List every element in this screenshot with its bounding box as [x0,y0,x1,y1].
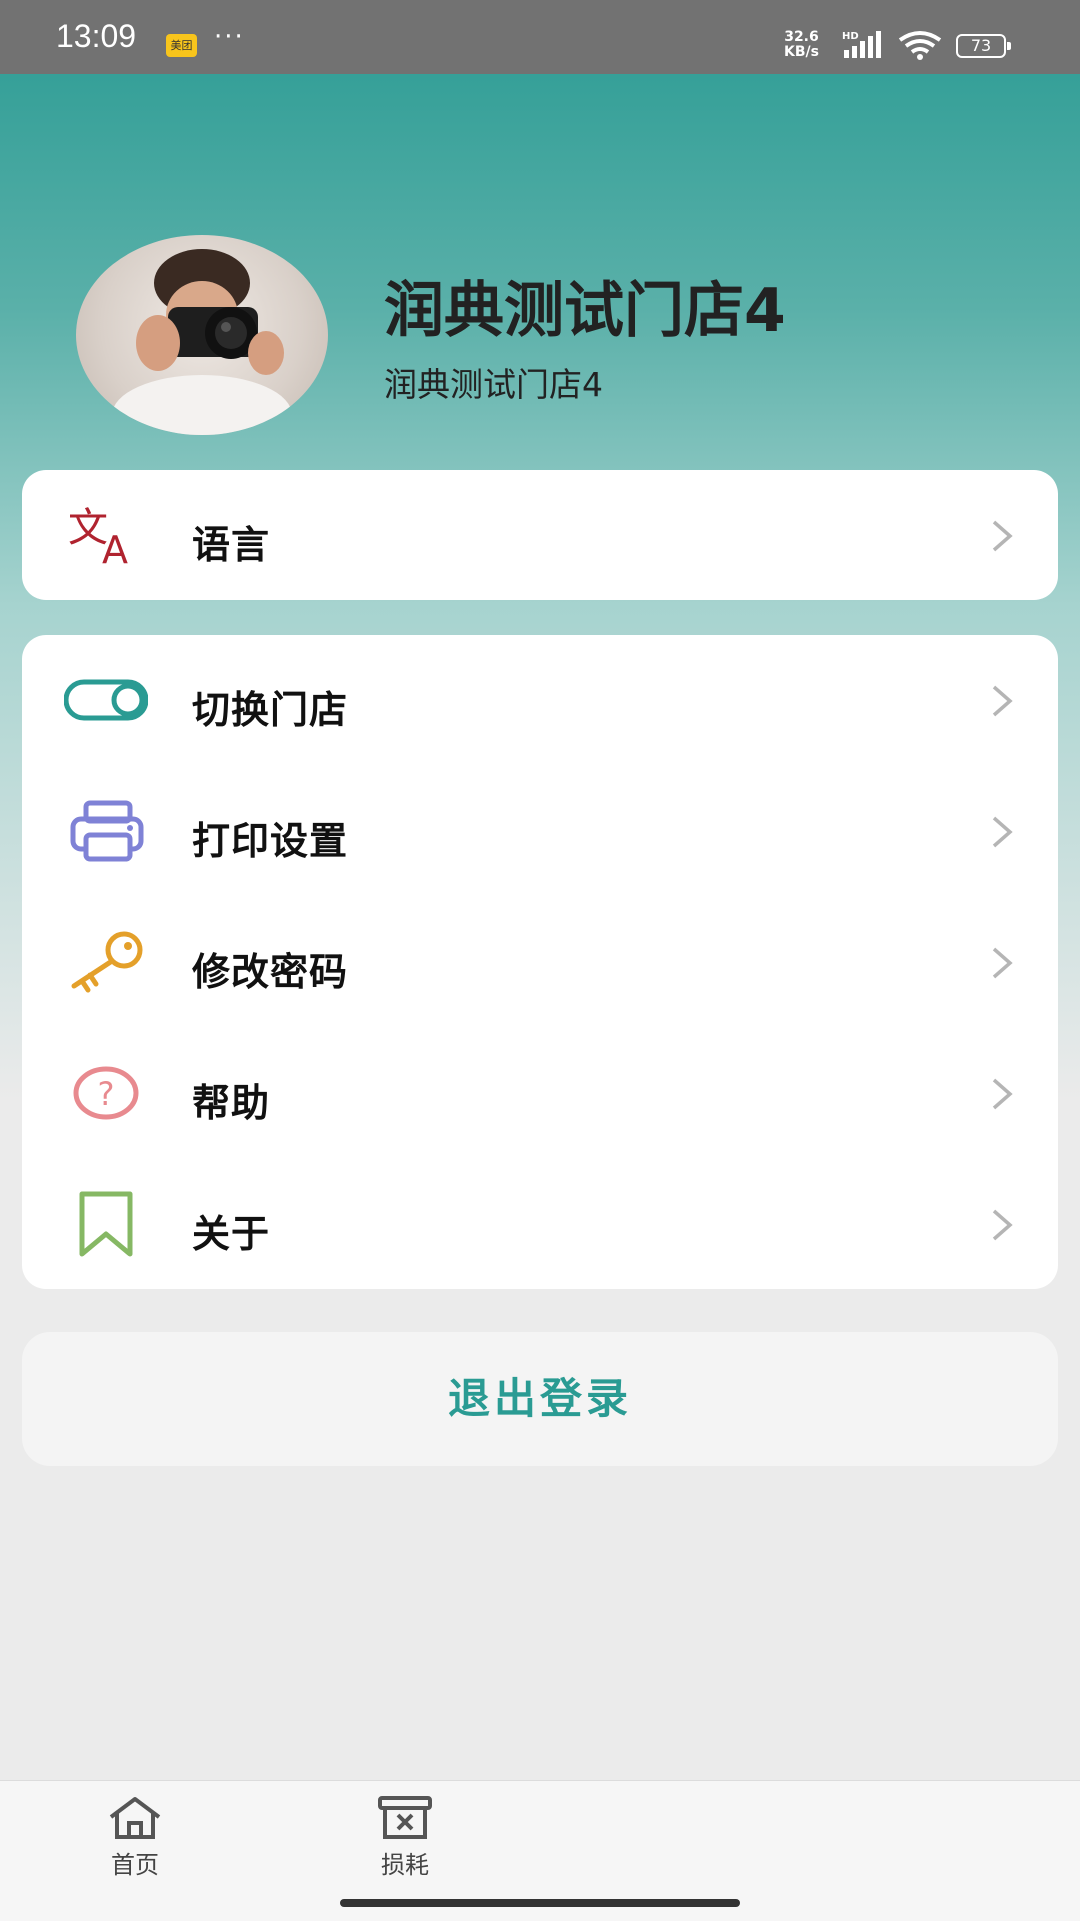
settings-card: 切换门店 打印设置 修改密码 ? 帮助 关于 [22,635,1058,1289]
menu-item-about[interactable]: 关于 [22,1159,1058,1289]
printer-icon [70,800,144,862]
avatar-photo [112,249,292,435]
more-notifications-icon: ··· [214,22,245,52]
chevron-right-icon [992,685,1013,717]
chevron-right-icon [992,1209,1013,1241]
battery-icon: 73 [956,34,1006,58]
status-time: 13:09 [56,18,137,54]
network-type-label: HD [842,31,859,42]
help-icon: ? [73,1066,139,1120]
toggle-icon [64,679,148,721]
bookmark-icon [79,1191,133,1257]
menu-item-language[interactable]: 文 A 语言 [22,470,1058,600]
translate-icon: 文 A [68,505,128,569]
status-bar: 13:09 美团 ··· 32.6 KB/s HD 73 [0,0,1080,74]
battery-tip [1007,42,1011,50]
svg-text:A: A [102,528,128,569]
chevron-right-icon [992,816,1013,848]
chevron-right-icon [992,520,1013,552]
tab-label: 首页 [111,1851,159,1879]
signal-icon: HD [842,31,881,58]
menu-item-print-settings[interactable]: 打印设置 [22,766,1058,896]
menu-item-label: 切换门店 [192,688,349,732]
menu-item-change-password[interactable]: 修改密码 [22,897,1058,1027]
menu-item-switch-store[interactable]: 切换门店 [22,635,1058,765]
language-card: 文 A 语言 [22,470,1058,600]
home-icon [109,1797,161,1839]
store-name-subtitle: 润典测试门店4 [384,365,603,404]
menu-item-label: 关于 [192,1212,271,1256]
menu-item-label: 修改密码 [192,950,349,994]
tab-loss[interactable]: 损耗 [340,1795,470,1880]
menu-item-label: 帮助 [192,1081,271,1125]
logout-button[interactable]: 退出登录 [22,1332,1058,1466]
wifi-icon [898,31,942,60]
key-icon [71,931,143,993]
tab-home[interactable]: 首页 [70,1795,200,1880]
loss-box-icon [378,1796,432,1839]
chevron-right-icon [992,1078,1013,1110]
chevron-right-icon [992,947,1013,979]
svg-text:?: ? [98,1075,115,1113]
menu-item-help[interactable]: ? 帮助 [22,1028,1058,1158]
avatar[interactable] [76,235,328,435]
menu-item-label: 打印设置 [192,819,349,863]
network-speed: 32.6 KB/s [784,29,819,60]
meituan-badge-icon: 美团 [166,34,197,57]
store-name-title: 润典测试门店4 [384,276,786,346]
home-indicator[interactable] [340,1899,740,1907]
menu-item-label: 语言 [192,523,271,567]
tab-label: 损耗 [381,1851,429,1879]
